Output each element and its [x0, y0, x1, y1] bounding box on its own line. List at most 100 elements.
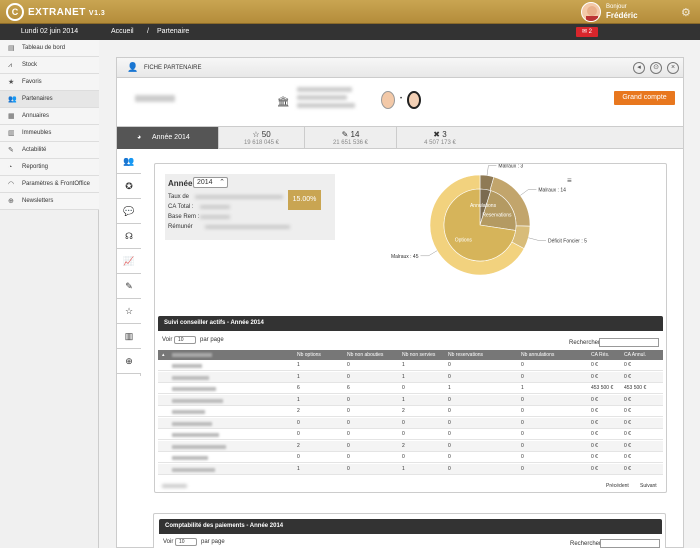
col-header[interactable]: CA Rés. [591, 350, 609, 360]
search-input[interactable] [600, 539, 660, 548]
lock-button[interactable]: ⊙ [650, 62, 662, 74]
table-cell: 0 [521, 442, 524, 449]
col-header[interactable]: Nb reservations [448, 350, 483, 360]
advisor-avatar[interactable] [407, 91, 421, 109]
sidebar-item-label: Partenaires [22, 96, 53, 102]
chart-menu-icon[interactable]: ≡ [567, 176, 572, 185]
sidebar-item-immeubles[interactable]: ▥ Immeubles [0, 125, 99, 142]
mail-button[interactable]: ✉ 2 [576, 27, 598, 37]
search-label: Rechercher [569, 340, 601, 346]
sidebar-item-parametres[interactable]: ◠ Paramètres & FrontOffice [0, 176, 99, 193]
sidebar-item-dashboard[interactable]: ▤ Tableau de bord [0, 40, 99, 57]
table-row[interactable]: 1 0 1 0 0 0 € 0 € [158, 360, 663, 371]
table-row[interactable]: 1 0 1 0 0 0 € 0 € [158, 463, 663, 475]
nav-building[interactable]: ▥ [117, 324, 141, 349]
sidebar-item-stock[interactable]: ⩘ Stock [0, 57, 99, 74]
nav-favorites[interactable]: ☆ [117, 299, 141, 324]
page-size-select[interactable]: 10 [175, 538, 197, 546]
grand-compte-badge[interactable]: Grand compte [614, 91, 675, 105]
star-icon: ☆ [124, 306, 134, 316]
col-header[interactable]: Nb non abouties [347, 350, 383, 360]
table-cell: 0 € [591, 465, 598, 472]
table-cell: 0 [347, 431, 350, 437]
brand-name: EXTRANET [28, 7, 86, 18]
gear-icon[interactable]: ⚙ [681, 6, 691, 19]
close-button[interactable]: × [667, 62, 679, 74]
sort-icon[interactable]: ▴ [162, 350, 165, 360]
blurred-advisor-name [172, 456, 208, 460]
prev-page-button[interactable]: Précédent [606, 483, 629, 489]
nav-map[interactable]: ✪ [117, 174, 141, 199]
table-cell: 0 [448, 442, 451, 449]
nav-edit[interactable]: ✎ [117, 274, 141, 299]
table-row[interactable]: 2 0 2 0 0 0 € 0 € [158, 406, 663, 417]
table-title: Comptabilité des paiements - Année 2014 [159, 519, 662, 534]
search-input[interactable] [599, 338, 659, 347]
blurred-advisor-name [172, 433, 219, 437]
nav-target[interactable]: ⊕ [117, 349, 141, 374]
col-header[interactable]: Nb non servies [402, 350, 435, 360]
table-cell: 0 € [624, 431, 631, 437]
breadcrumb-home[interactable]: Accueil [111, 24, 134, 40]
bank-icon: 🏛 [277, 97, 290, 108]
table-row[interactable]: 1 0 1 0 0 0 € 0 € [158, 371, 663, 383]
table-row[interactable]: 6 6 0 1 1 453 500 € 453 500 € [158, 383, 663, 394]
page-size-select[interactable]: 10 [174, 336, 196, 344]
sidebar-item-partenaires[interactable]: 👥 Partenaires [0, 91, 99, 108]
table-cell: 0 € [591, 419, 598, 426]
table-cell: 0 [521, 419, 524, 426]
stat-options[interactable]: ☆ 50 19 618 045 € [218, 127, 304, 149]
pie-label: Malraux : 45 [391, 254, 419, 260]
table-cell: 2 [297, 408, 300, 414]
pie-label: Déficit Foncier : 5 [548, 238, 587, 244]
nav-chart[interactable]: 📈 [117, 249, 141, 274]
table-cell: 0 € [624, 362, 631, 368]
table-cell: 0 € [591, 408, 598, 414]
col-header[interactable]: Nb options [297, 350, 321, 360]
leader-line [420, 250, 438, 257]
user-name[interactable]: Frédéric [606, 11, 638, 20]
table-row[interactable]: 0 0 0 0 0 0 € 0 € [158, 429, 663, 440]
year-summary: Année 2014 ⌃ Taux de CA Total : Base Rem … [165, 174, 335, 240]
stat-annulations[interactable]: ✖ 34 507 173 € [396, 127, 483, 149]
nav-comments[interactable]: 💬 [117, 199, 141, 224]
year-select[interactable]: 2014 ⌃ [193, 177, 228, 188]
table-cell: 0 [521, 465, 524, 472]
stat-reservations[interactable]: ✎ 14 21 651 536 € [304, 127, 396, 149]
year-tabs: ◕ Année 2014 ☆ 50 19 618 045 € ✎ 14 21 651 … [117, 126, 683, 149]
col-header[interactable]: Nb annulations [521, 350, 554, 360]
col-header[interactable]: CA Annul. [624, 350, 646, 360]
table-cell: 2 [297, 442, 300, 449]
table-cell: 0 [347, 396, 350, 403]
per-page-label: par page [200, 337, 224, 343]
sidebar-item-actabilite[interactable]: ✎ Actabilité [0, 142, 99, 159]
table-cell: 0 [448, 373, 451, 380]
advisor-avatar[interactable] [381, 91, 395, 109]
table-cell: 0 [448, 362, 451, 368]
sidebar-item-reporting[interactable]: ◔ Reporting [0, 159, 99, 176]
blurred-text [200, 215, 230, 219]
table-row[interactable]: 1 0 1 0 0 0 € 0 € [158, 394, 663, 406]
lock-icon: ⊙ [653, 64, 659, 71]
table-cell: 1 [402, 465, 405, 472]
nav-support[interactable]: ☊ [117, 224, 141, 249]
table-row[interactable]: 0 0 0 0 0 0 € 0 € [158, 452, 663, 463]
sidebar-item-annuaires[interactable]: ▦ Annuaires [0, 108, 99, 125]
user-avatar[interactable] [581, 2, 601, 22]
crosshair-icon: ⊕ [125, 356, 133, 366]
sidebar-item-favoris[interactable]: ★ Favoris [0, 74, 99, 91]
current-date: Lundi 02 juin 2014 [0, 24, 99, 40]
tab-year-active[interactable]: ◕ Année 2014 [117, 127, 218, 149]
next-page-button[interactable]: Suivant [640, 483, 657, 489]
back-button[interactable]: ◂ [633, 62, 645, 74]
mail-count: 2 [588, 29, 593, 35]
table-row[interactable]: 2 0 2 0 0 0 € 0 € [158, 440, 663, 452]
sidebar-item-newsletters[interactable]: ⊕ Newsletters [0, 193, 99, 210]
nav-users[interactable]: 👥 [117, 149, 141, 174]
table-cell: 1 [402, 362, 405, 368]
blurred-text [205, 225, 290, 229]
line-chart-icon: 📈 [123, 256, 135, 266]
headset-icon: ☊ [125, 231, 133, 241]
show-label: Voir [163, 539, 174, 545]
table-row[interactable]: 0 0 0 0 0 0 € 0 € [158, 417, 663, 429]
